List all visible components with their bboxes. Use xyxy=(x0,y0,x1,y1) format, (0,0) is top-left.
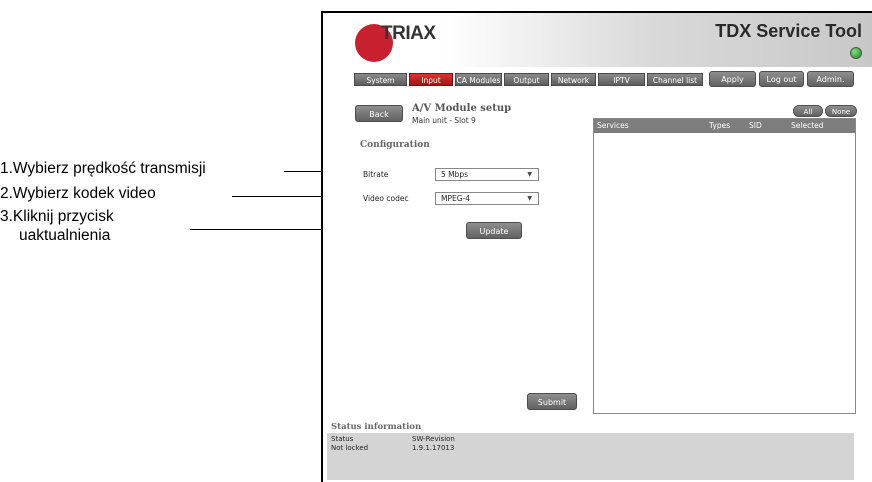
chevron-down-icon: ▼ xyxy=(527,195,532,202)
apply-button[interactable]: Apply xyxy=(709,71,756,87)
app-header: TRIAX TDX Service Tool xyxy=(323,13,872,67)
tab-network[interactable]: Network xyxy=(551,73,596,86)
video-codec-label: Video codec xyxy=(363,194,409,203)
status-information-box: Status SW-Revision Not locked 1.9.1.1701… xyxy=(327,433,854,480)
app-window: TRIAX TDX Service Tool System Input CA M… xyxy=(321,11,872,482)
logout-button[interactable]: Log out xyxy=(759,71,804,87)
annotation-arrow-line-2 xyxy=(232,196,332,197)
services-list[interactable]: Services Types SID Selected services xyxy=(593,118,856,414)
services-table-header: Services Types SID Selected services xyxy=(594,119,855,144)
back-button[interactable]: Back xyxy=(355,105,403,122)
tab-input[interactable]: Input xyxy=(409,73,453,86)
annotation-step-3: 3.Kliknij przycisk xyxy=(0,208,114,225)
bitrate-label: Bitrate xyxy=(363,170,389,179)
status-led-icon xyxy=(850,47,862,59)
annotation-step-3-cont: uaktualnienia xyxy=(19,227,111,244)
status-information-heading: Status information xyxy=(331,422,422,432)
tab-output[interactable]: Output xyxy=(504,73,549,86)
tab-ca-modules[interactable]: CA Modules xyxy=(455,73,502,86)
annotation-step-2: 2.Wybierz kodek video xyxy=(0,185,156,202)
sw-revision-column-header: SW-Revision xyxy=(412,435,455,443)
tab-channel-list[interactable]: Channel list xyxy=(647,73,703,86)
column-sid: SID xyxy=(749,121,762,130)
video-codec-select[interactable]: MPEG-4 ▼ xyxy=(435,192,539,205)
tab-iptv[interactable]: IPTV xyxy=(598,73,645,86)
status-value: Not locked xyxy=(331,444,369,452)
panel-title: A/V Module setup xyxy=(412,103,512,114)
chevron-down-icon: ▼ xyxy=(527,171,532,178)
select-none-button[interactable]: None xyxy=(825,105,857,117)
bitrate-select[interactable]: 5 Mbps ▼ xyxy=(435,168,539,181)
panel-subtitle: Main unit - Slot 9 xyxy=(412,116,476,125)
column-services: Services xyxy=(597,121,629,130)
select-all-button[interactable]: All xyxy=(793,105,823,117)
annotation-step-1: 1.Wybierz prędkość transmisji xyxy=(0,160,206,177)
status-column-header: Status xyxy=(331,435,354,443)
update-button[interactable]: Update xyxy=(466,222,522,239)
submit-button[interactable]: Submit xyxy=(527,393,577,410)
video-codec-value: MPEG-4 xyxy=(441,194,471,203)
bitrate-value: 5 Mbps xyxy=(441,170,469,179)
configuration-heading: Configuration xyxy=(360,140,430,150)
app-title: TDX Service Tool xyxy=(715,21,862,41)
column-selected-services: Selected services xyxy=(791,121,824,144)
tab-system[interactable]: System xyxy=(354,73,407,86)
column-types: Types xyxy=(709,121,731,130)
admin-button[interactable]: Admin. xyxy=(807,71,854,87)
triax-logo-text: TRIAX xyxy=(381,23,436,44)
sw-revision-value: 1.9.1.17013 xyxy=(412,444,455,452)
